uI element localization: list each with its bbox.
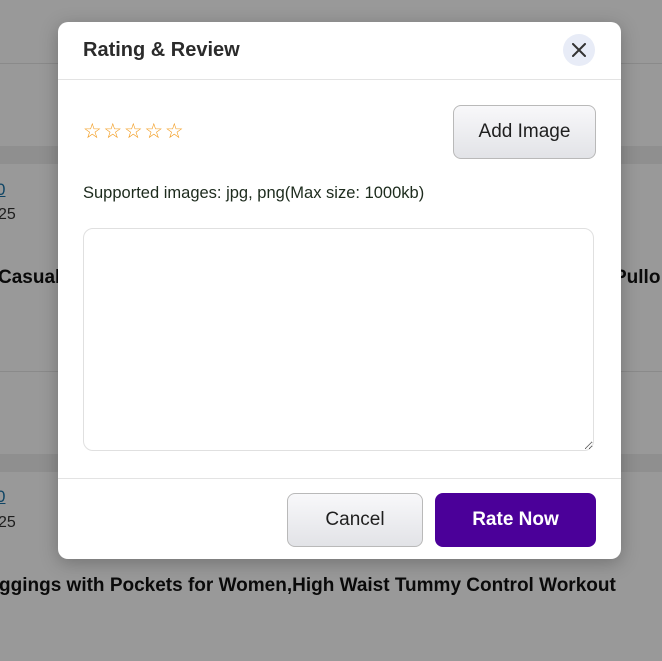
star-icon[interactable]: ☆ — [103, 121, 124, 142]
close-button[interactable] — [563, 34, 595, 66]
modal-title: Rating & Review — [83, 39, 240, 61]
supported-images-note: Supported images: jpg, png(Max size: 100… — [83, 184, 425, 202]
review-textarea[interactable] — [83, 228, 594, 451]
close-icon — [572, 43, 586, 57]
star-icon[interactable]: ☆ — [82, 121, 103, 142]
star-rating[interactable]: ☆ ☆ ☆ ☆ ☆ — [82, 121, 185, 142]
rating-review-modal: Rating & Review ☆ ☆ ☆ ☆ ☆ Add Image Supp… — [58, 22, 621, 559]
star-icon[interactable]: ☆ — [164, 121, 185, 142]
star-icon[interactable]: ☆ — [123, 121, 144, 142]
add-image-button[interactable]: Add Image — [453, 105, 596, 159]
cancel-button[interactable]: Cancel — [287, 493, 423, 547]
star-icon[interactable]: ☆ — [144, 121, 165, 142]
rate-now-button[interactable]: Rate Now — [435, 493, 596, 547]
modal-header: Rating & Review — [58, 22, 621, 80]
modal-footer: Cancel Rate Now — [58, 478, 621, 559]
